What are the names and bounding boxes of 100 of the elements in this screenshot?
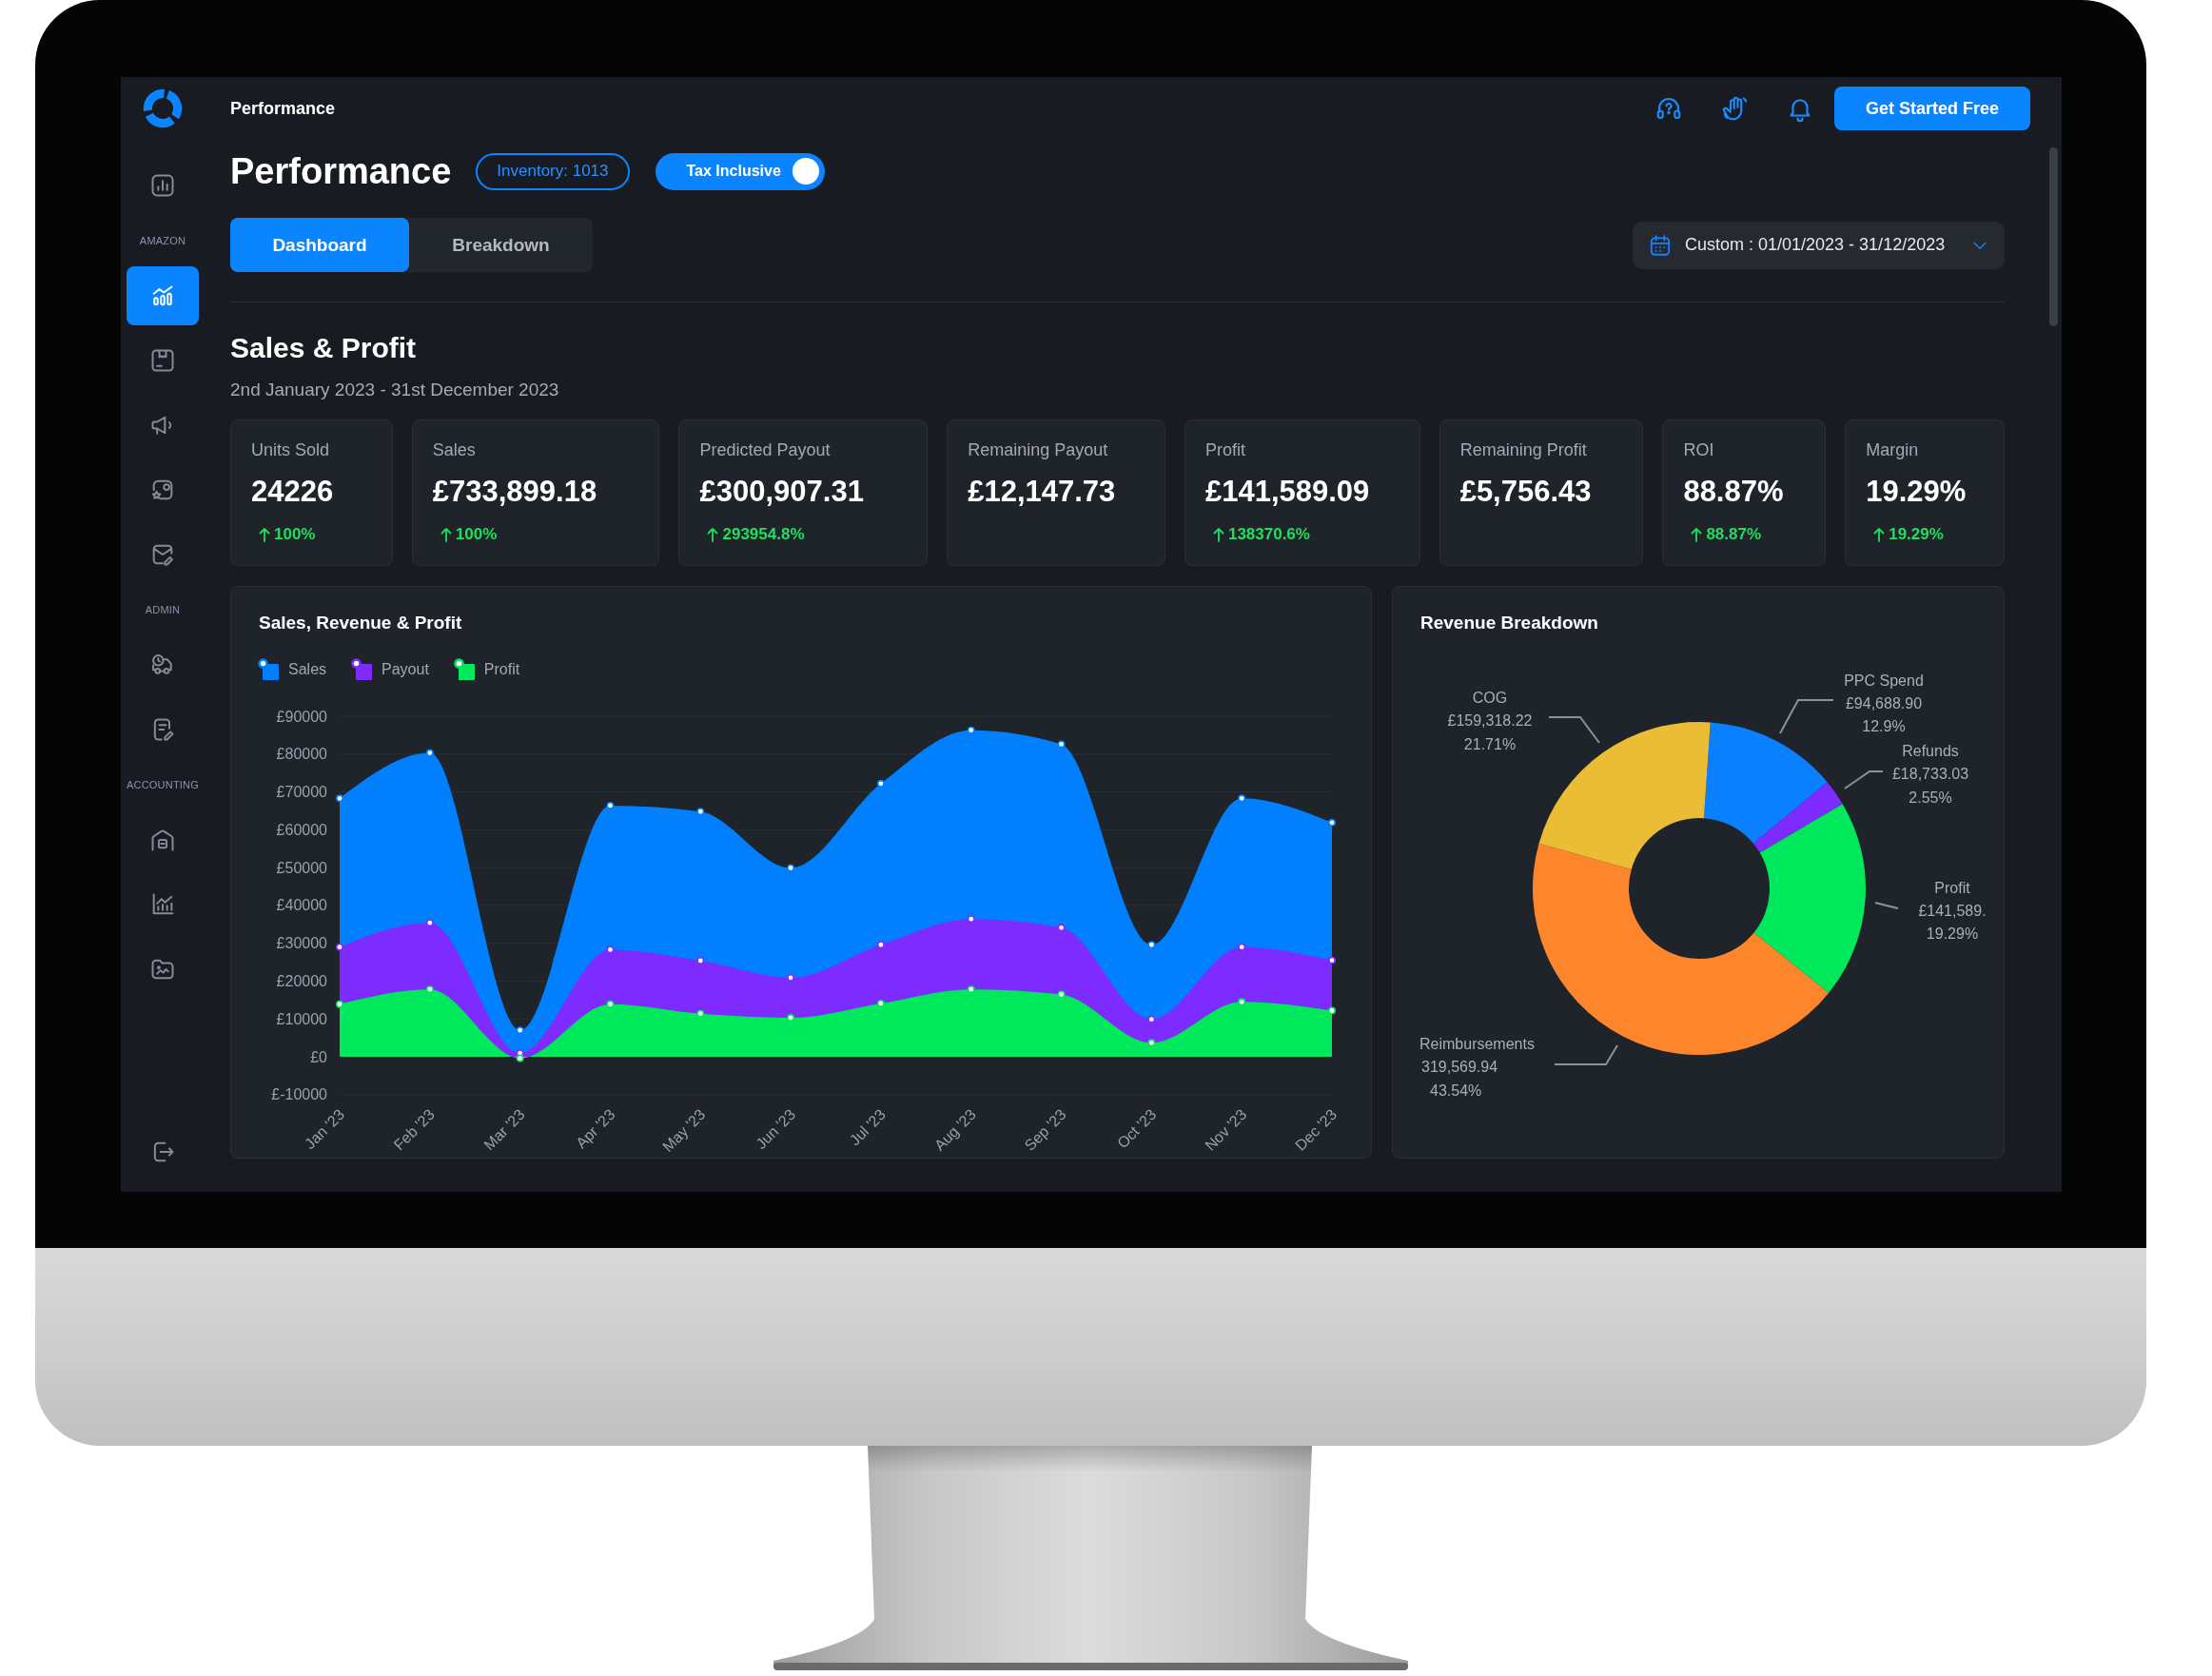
waving-hand-icon[interactable] [1721, 94, 1750, 123]
kpi-label: Predicted Payout [699, 440, 831, 459]
data-point [516, 1026, 524, 1035]
leader-line [1548, 716, 1600, 744]
axis-label: £70000 [276, 784, 327, 801]
inventory-badge: Inventory: 1013 [476, 152, 630, 190]
data-point [876, 941, 885, 949]
section-heading: AMAZON [139, 235, 186, 246]
data-point [1057, 990, 1066, 999]
section-heading: ACCOUNTING [127, 779, 199, 790]
logo-icon[interactable] [142, 88, 184, 129]
slice-label: PPC Spend [1844, 672, 1924, 689]
axis-label: Oct '23 [1114, 1105, 1160, 1152]
data-point [696, 808, 705, 816]
data-point [1057, 740, 1066, 749]
axis-label: £50000 [276, 859, 327, 876]
kpi-change: 19.29% [1889, 525, 1944, 544]
legend-label: Payout [382, 661, 429, 678]
axis-label: Aug '23 [930, 1105, 979, 1154]
data-point [1238, 794, 1246, 803]
kpi-value: 88.87% [1683, 474, 1784, 510]
data-point [696, 1009, 705, 1018]
toggle-knob-icon [792, 158, 819, 185]
kpi-change: 100% [274, 525, 316, 544]
data-point [606, 801, 615, 809]
date-range-dropdown[interactable]: Custom : 01/01/2023 - 31/12/2023 [1633, 221, 2005, 269]
leader-line [1779, 699, 1834, 734]
legend-label: Sales [288, 661, 327, 678]
data-point [606, 1000, 615, 1008]
kpi-value: £5,756.43 [1459, 474, 1592, 510]
data-point [606, 945, 615, 954]
arrow-up-icon [1691, 527, 1703, 542]
axis-label: May '23 [659, 1105, 709, 1156]
kpi-value: £12,147.73 [968, 474, 1116, 510]
legend-swatch-icon [258, 658, 281, 681]
leader-line [1844, 770, 1884, 789]
data-point [967, 985, 975, 994]
data-point [1328, 1006, 1336, 1015]
calendar-icon [1648, 232, 1673, 258]
data-point [696, 957, 705, 965]
legend-swatch-icon [351, 658, 375, 681]
leader-line [1554, 1044, 1618, 1065]
kpi-value: £300,907.31 [699, 474, 864, 510]
axis-label: £80000 [276, 746, 327, 763]
legend-label: Profit [483, 661, 520, 678]
kpi-value: £733,899.18 [432, 474, 597, 510]
axis-label: £30000 [276, 935, 327, 952]
tab[interactable]: Dashboard [230, 218, 409, 272]
page-title: Performance [230, 150, 452, 192]
kpi-label: Sales [432, 440, 476, 459]
slice-value: 319,569.94 [1421, 1058, 1498, 1075]
chart-title: Sales, Revenue & Profit [259, 612, 462, 634]
axis-label: Mar '23 [480, 1105, 528, 1154]
data-point [787, 973, 795, 982]
axis-label: £-10000 [271, 1086, 327, 1103]
sidebar-item[interactable] [127, 266, 199, 325]
slice-percent: 2.55% [1909, 789, 1952, 806]
arrow-up-icon [1212, 527, 1224, 542]
slice-value: £141,589. [1918, 902, 1987, 919]
data-point [1238, 998, 1246, 1006]
data-point [1147, 1039, 1156, 1047]
axis-label: £20000 [276, 972, 327, 989]
scrollbar-thumb[interactable] [2049, 147, 2058, 326]
package-icon [149, 347, 176, 374]
chart-title: Revenue Breakdown [1420, 612, 1598, 634]
breadcrumb-title: Performance [230, 98, 336, 119]
kpi-label: Remaining Payout [968, 440, 1108, 459]
axis-label: Sep '23 [1021, 1105, 1069, 1154]
slice-label: COG [1472, 689, 1508, 706]
axis-label: £10000 [276, 1010, 327, 1027]
kpi-label: ROI [1683, 440, 1714, 459]
tax-toggle[interactable]: Tax Inclusive [655, 152, 825, 190]
data-point [876, 779, 885, 788]
kpi-value: 19.29% [1866, 474, 1967, 510]
slice-percent: 19.29% [1926, 925, 1979, 942]
tab[interactable]: Breakdown [409, 218, 593, 272]
data-point [876, 999, 885, 1007]
axis-label: Apr '23 [573, 1105, 618, 1152]
slice-label: Reimbursements [1419, 1035, 1535, 1052]
kpi-label: Units Sold [251, 440, 330, 459]
arrow-up-icon [1873, 527, 1886, 542]
kpi-change: 138370.6% [1227, 525, 1310, 544]
axis-label: Nov '23 [1202, 1105, 1250, 1154]
data-point [336, 1000, 343, 1008]
axis-label: Jan '23 [301, 1105, 348, 1153]
slice-percent: 12.9% [1862, 717, 1906, 734]
slice-percent: 21.71% [1463, 735, 1517, 752]
data-point [425, 749, 434, 757]
slice-value: £159,318.22 [1447, 711, 1533, 729]
arrow-up-icon [440, 527, 452, 542]
slice-value: £18,733.03 [1891, 765, 1969, 782]
slice-label: Refunds [1902, 742, 1959, 759]
axis-label: Jun '23 [753, 1105, 799, 1153]
arrow-up-icon [259, 527, 270, 542]
kpi-value: £141,589.09 [1204, 474, 1370, 510]
kpi-value: 24226 [251, 474, 334, 510]
axis-label: Jul '23 [846, 1105, 890, 1149]
kpi-change: 293954.8% [722, 525, 805, 544]
legend-swatch-icon [453, 658, 477, 681]
get-started-button[interactable]: Get Started Free [1834, 87, 2030, 130]
